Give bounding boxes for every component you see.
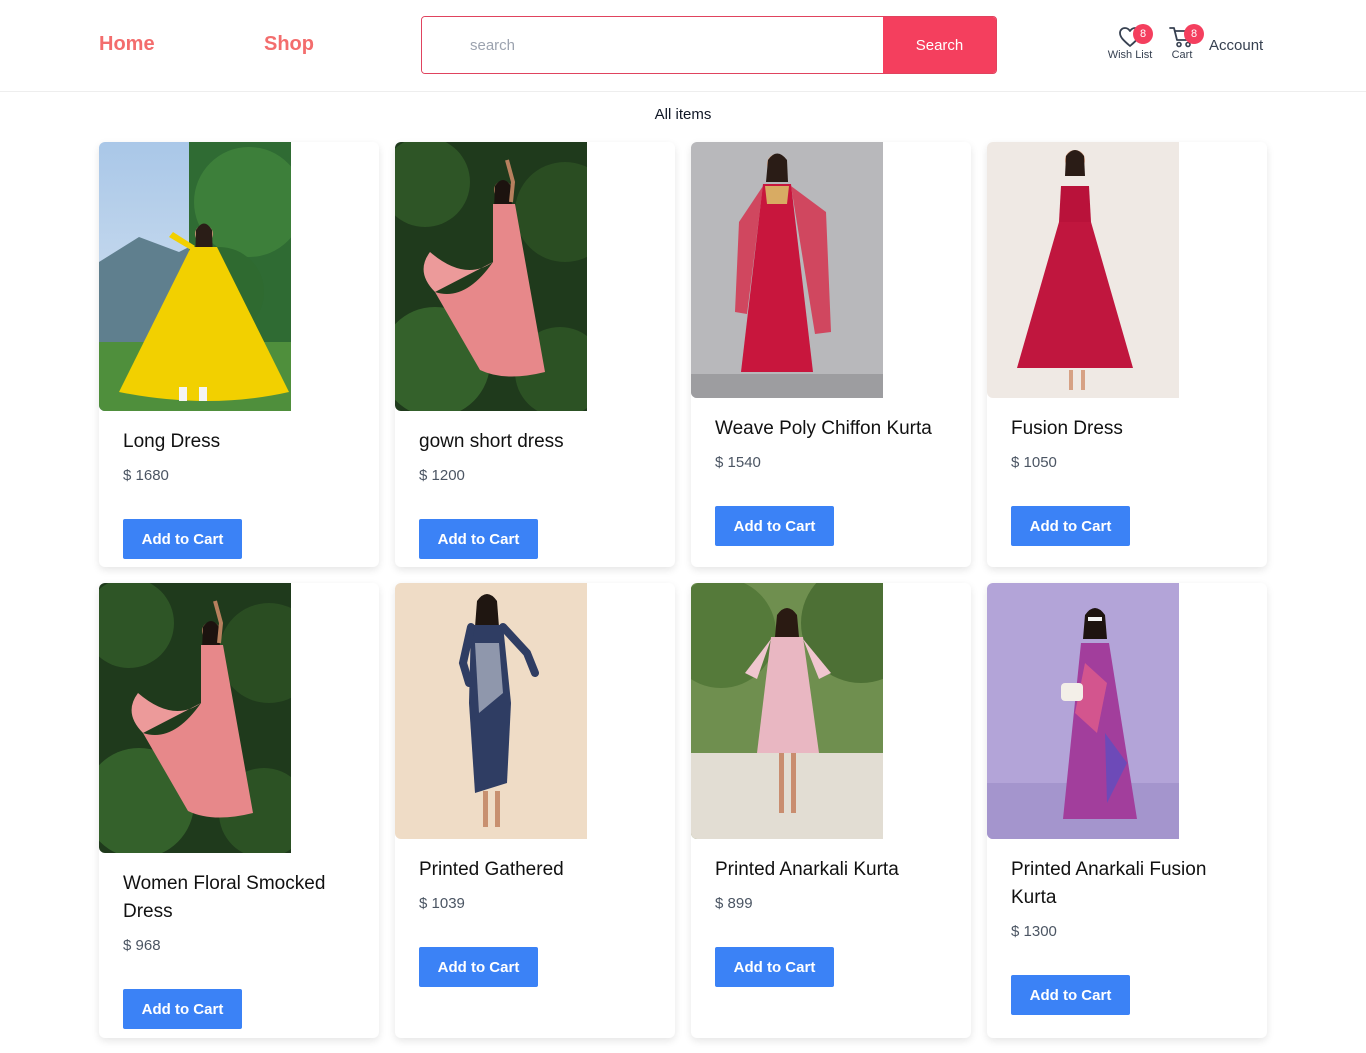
- section-title: All items: [654, 106, 712, 123]
- product-card: Weave Poly Chiffon Kurta $ 1540 Add to C…: [691, 142, 971, 567]
- product-price: $ 899: [715, 895, 753, 912]
- add-to-cart-button[interactable]: Add to Cart: [123, 519, 242, 559]
- add-to-cart-button[interactable]: Add to Cart: [715, 947, 834, 987]
- product-card: Long Dress $ 1680 Add to Cart: [99, 142, 379, 567]
- wishlist-count-badge: 8: [1133, 24, 1153, 44]
- product-card: Printed Anarkali Fusion Kurta $ 1300 Add…: [987, 583, 1267, 1038]
- product-title[interactable]: Printed Anarkali Kurta: [715, 856, 953, 884]
- cart-label: Cart: [1171, 49, 1193, 61]
- add-to-cart-button[interactable]: Add to Cart: [1011, 506, 1130, 546]
- product-image[interactable]: [99, 142, 291, 411]
- add-to-cart-button[interactable]: Add to Cart: [123, 989, 242, 1029]
- wishlist-label: Wish List: [1107, 49, 1153, 61]
- product-card: Women Floral Smocked Dress $ 968 Add to …: [99, 583, 379, 1038]
- product-image[interactable]: [691, 583, 883, 839]
- product-price: $ 1300: [1011, 923, 1057, 940]
- cart-count-badge: 8: [1184, 24, 1204, 44]
- add-to-cart-button[interactable]: Add to Cart: [715, 506, 834, 546]
- product-title[interactable]: Weave Poly Chiffon Kurta: [715, 415, 953, 443]
- product-title[interactable]: Women Floral Smocked Dress: [123, 870, 361, 926]
- product-card: Printed Anarkali Kurta $ 899 Add to Cart: [691, 583, 971, 1038]
- product-price: $ 1200: [419, 467, 465, 484]
- product-title[interactable]: Printed Anarkali Fusion Kurta: [1011, 856, 1249, 912]
- product-title[interactable]: Long Dress: [123, 428, 361, 456]
- product-image[interactable]: [691, 142, 883, 398]
- product-price: $ 1050: [1011, 454, 1057, 471]
- nav-shop-link[interactable]: Shop: [264, 33, 314, 56]
- product-price: $ 1039: [419, 895, 465, 912]
- add-to-cart-button[interactable]: Add to Cart: [419, 947, 538, 987]
- product-image[interactable]: [99, 583, 291, 853]
- product-card: Fusion Dress $ 1050 Add to Cart: [987, 142, 1267, 567]
- site-header: Home Shop Search 8 Wish List 8 Cart Acco…: [0, 0, 1366, 92]
- product-title[interactable]: gown short dress: [419, 428, 657, 456]
- account-link[interactable]: Account: [1209, 37, 1263, 54]
- nav-home-link[interactable]: Home: [99, 33, 155, 56]
- product-card: Printed Gathered $ 1039 Add to Cart: [395, 583, 675, 1038]
- add-to-cart-button[interactable]: Add to Cart: [1011, 975, 1130, 1015]
- product-image[interactable]: [987, 583, 1179, 839]
- product-image[interactable]: [395, 142, 587, 411]
- search-bar: Search: [421, 16, 997, 74]
- search-input[interactable]: [422, 17, 883, 73]
- product-price: $ 1680: [123, 467, 169, 484]
- search-button[interactable]: Search: [883, 17, 996, 73]
- product-title[interactable]: Fusion Dress: [1011, 415, 1249, 443]
- product-title[interactable]: Printed Gathered: [419, 856, 657, 884]
- product-price: $ 1540: [715, 454, 761, 471]
- product-image[interactable]: [987, 142, 1179, 398]
- product-image[interactable]: [395, 583, 587, 839]
- cart-button[interactable]: 8 Cart: [1166, 24, 1204, 61]
- product-card: gown short dress $ 1200 Add to Cart: [395, 142, 675, 567]
- add-to-cart-button[interactable]: Add to Cart: [419, 519, 538, 559]
- wishlist-button[interactable]: 8 Wish List: [1104, 24, 1156, 61]
- product-price: $ 968: [123, 937, 161, 954]
